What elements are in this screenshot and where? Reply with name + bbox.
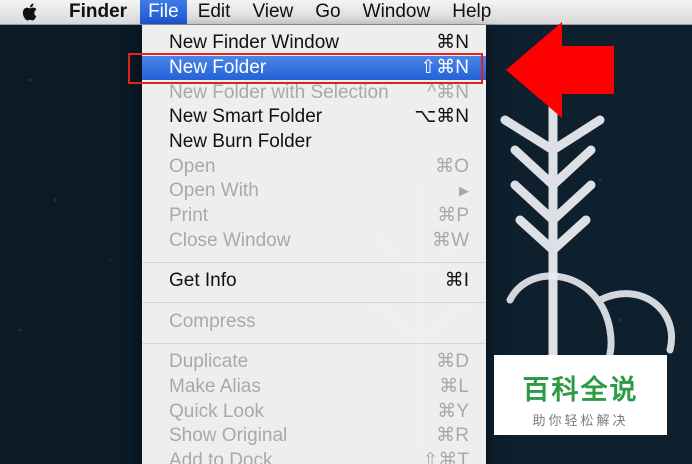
menu-item-close-window: Close Window ⌘W xyxy=(142,229,486,253)
menu-item-shortcut: ⌘D xyxy=(436,351,469,372)
menu-item-label: Get Info xyxy=(169,270,237,291)
menu-separator xyxy=(142,343,486,344)
menu-item-shortcut: ^⌘N xyxy=(427,82,469,103)
menu-separator xyxy=(142,302,486,303)
menu-item-label: Quick Look xyxy=(169,401,265,422)
menu-item-new-smart-folder[interactable]: New Smart Folder ⌥⌘N xyxy=(142,105,486,129)
menu-item-print: Print ⌘P xyxy=(142,204,486,228)
screenshot: Finder File Edit View Go Window Help New… xyxy=(0,0,692,464)
menu-item-get-info[interactable]: Get Info ⌘I xyxy=(142,269,486,293)
apple-logo-icon-glyph xyxy=(22,3,37,21)
menu-item-shortcut: ⌘W xyxy=(432,230,469,251)
menu-item-new-finder-window[interactable]: New Finder Window ⌘N xyxy=(142,31,486,55)
menu-item-shortcut: ⌘L xyxy=(439,376,469,397)
menu-item-make-alias: Make Alias ⌘L xyxy=(142,375,486,399)
menu-item-label: New Folder with Selection xyxy=(169,82,389,103)
submenu-arrow-icon: ▶ xyxy=(459,183,469,198)
menu-item-label: Compress xyxy=(169,311,256,332)
menu-item-label: Open With xyxy=(169,180,259,201)
file-menu-dropdown: New Finder Window ⌘N New Folder ⇧⌘N New … xyxy=(142,25,486,464)
menu-item-shortcut: ⌘O xyxy=(435,156,469,177)
menu-view[interactable]: View xyxy=(241,0,304,24)
menu-item-label: New Burn Folder xyxy=(169,131,312,152)
menu-item-shortcut: ⌘P xyxy=(437,205,469,226)
menu-item-shortcut: ⇧⌘T xyxy=(422,450,469,464)
watermark-title: 百科全说 xyxy=(522,375,639,405)
highlight-box xyxy=(128,53,483,84)
menu-file[interactable]: File xyxy=(140,0,187,24)
menu-item-open: Open ⌘O xyxy=(142,155,486,179)
menu-item-label: Open xyxy=(169,156,216,177)
menu-item-shortcut: ⌘N xyxy=(436,32,469,53)
menu-item-new-burn-folder[interactable]: New Burn Folder xyxy=(142,130,486,154)
left-arrow-icon xyxy=(506,22,614,118)
menu-item-shortcut: ⌘I xyxy=(444,270,469,291)
watermark-subtitle: 助你轻松解决 xyxy=(532,413,629,428)
menu-item-shortcut: ⌥⌘N xyxy=(414,106,469,127)
menu-item-show-original: Show Original ⌘R xyxy=(142,424,486,448)
menu-item-label: Add to Dock xyxy=(169,450,273,464)
menu-item-shortcut: ⌘R xyxy=(436,425,469,446)
menu-item-label: Duplicate xyxy=(169,351,249,372)
menu-item-label: Close Window xyxy=(169,230,291,251)
menu-finder[interactable]: Finder xyxy=(54,0,140,24)
menu-item-open-with: Open With ▶ xyxy=(142,179,486,203)
menu-item-shortcut: ⌘Y xyxy=(437,401,469,422)
menu-separator xyxy=(142,262,486,263)
menu-item-duplicate: Duplicate ⌘D xyxy=(142,350,486,374)
menu-window[interactable]: Window xyxy=(352,0,442,24)
menu-item-label: New Smart Folder xyxy=(169,106,323,127)
menu-edit[interactable]: Edit xyxy=(187,0,242,24)
apple-logo-icon[interactable] xyxy=(0,0,54,24)
menu-item-label: Make Alias xyxy=(169,376,261,397)
menu-item-compress: Compress xyxy=(142,310,486,334)
menu-item-label: New Finder Window xyxy=(169,32,339,53)
menu-go[interactable]: Go xyxy=(304,0,351,24)
watermark: 百科全说 助你轻松解决 xyxy=(494,355,667,435)
menu-help[interactable]: Help xyxy=(441,0,502,24)
menu-item-quick-look: Quick Look ⌘Y xyxy=(142,400,486,424)
menu-item-label: Print xyxy=(169,205,209,226)
menu-item-add-to-dock: Add to Dock ⇧⌘T xyxy=(142,449,486,464)
menu-item-label: Show Original xyxy=(169,425,288,446)
menu-item-new-folder-with-selection: New Folder with Selection ^⌘N xyxy=(142,81,486,105)
